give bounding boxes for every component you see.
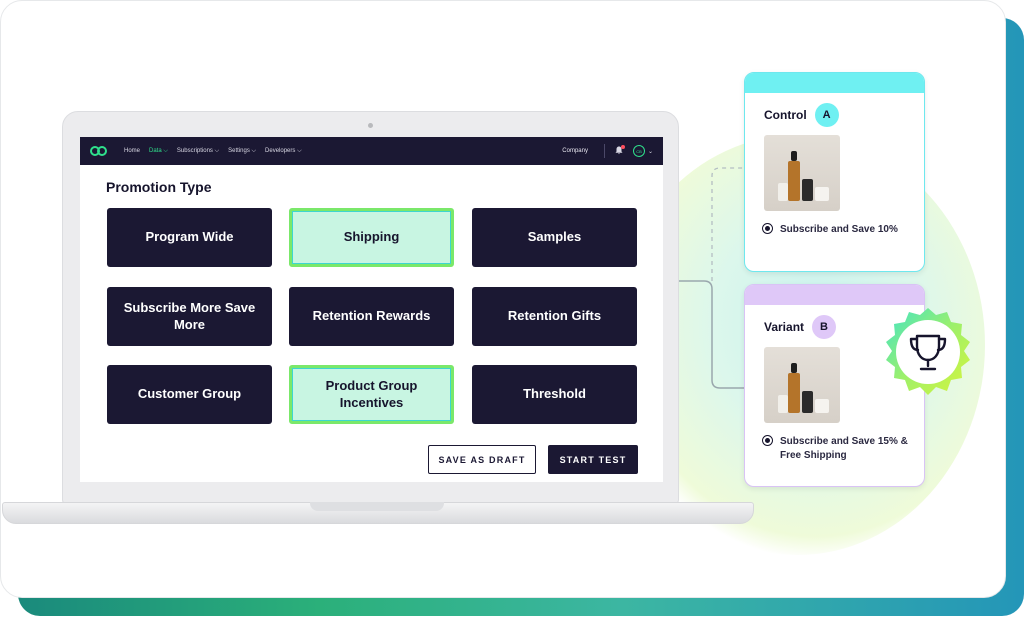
offer-radio[interactable] (762, 435, 773, 446)
tile-subscribe-more[interactable]: Subscribe More Save More (107, 287, 272, 346)
tile-program-wide[interactable]: Program Wide (107, 208, 272, 267)
trophy-icon (886, 308, 970, 395)
variant-badge: B (812, 315, 837, 339)
nav-item-developers[interactable]: Developers ⌵ (265, 148, 302, 155)
card-header-strip (745, 73, 924, 93)
infinity-logo-icon[interactable] (90, 145, 108, 157)
company-selector[interactable]: Company (562, 148, 588, 154)
tile-customer-group[interactable]: Customer Group (107, 365, 272, 424)
save-draft-button[interactable]: SAVE AS DRAFT (428, 445, 536, 474)
top-nav: Home Data ⌵ Subscriptions ⌵ Settings ⌵ D… (80, 137, 663, 165)
product-image (764, 347, 840, 423)
nav-item-settings[interactable]: Settings ⌵ (228, 148, 256, 155)
tile-retention-rewards[interactable]: Retention Rewards (289, 287, 454, 346)
page-title: Promotion Type (106, 179, 212, 195)
start-test-button[interactable]: START TEST (548, 445, 638, 474)
avatar[interactable]: CB (632, 145, 645, 157)
app-screen: Home Data ⌵ Subscriptions ⌵ Settings ⌵ D… (80, 137, 663, 482)
card-label: Control (764, 108, 807, 122)
laptop-base-notch (310, 502, 444, 511)
tile-shipping[interactable]: Shipping (289, 208, 454, 267)
offer-text: Subscribe and Save 10% (780, 224, 898, 235)
tile-product-group[interactable]: Product Group Incentives (289, 365, 454, 424)
tile-samples[interactable]: Samples (472, 208, 637, 267)
nav-item-data[interactable]: Data ⌵ (149, 148, 168, 155)
product-image (764, 135, 840, 211)
nav-item-subscriptions[interactable]: Subscriptions ⌵ (177, 148, 219, 155)
tile-threshold[interactable]: Threshold (472, 365, 637, 424)
control-card: Control A Subscribe and Save 10% (744, 72, 925, 272)
card-label: Variant (764, 320, 805, 334)
bell-icon[interactable] (615, 144, 625, 157)
tile-retention-gifts[interactable]: Retention Gifts (472, 287, 637, 346)
card-header-strip (745, 285, 924, 305)
variant-badge: A (814, 103, 839, 127)
nav-divider (603, 144, 605, 158)
notification-dot (620, 144, 625, 149)
laptop-camera (368, 123, 373, 128)
chevron-down-icon[interactable]: ⌄ (648, 148, 653, 155)
nav-item-home[interactable]: Home (124, 148, 140, 154)
offer-radio[interactable] (762, 223, 773, 234)
offer-text: Subscribe and Save 15% & Free Shipping (780, 436, 908, 461)
